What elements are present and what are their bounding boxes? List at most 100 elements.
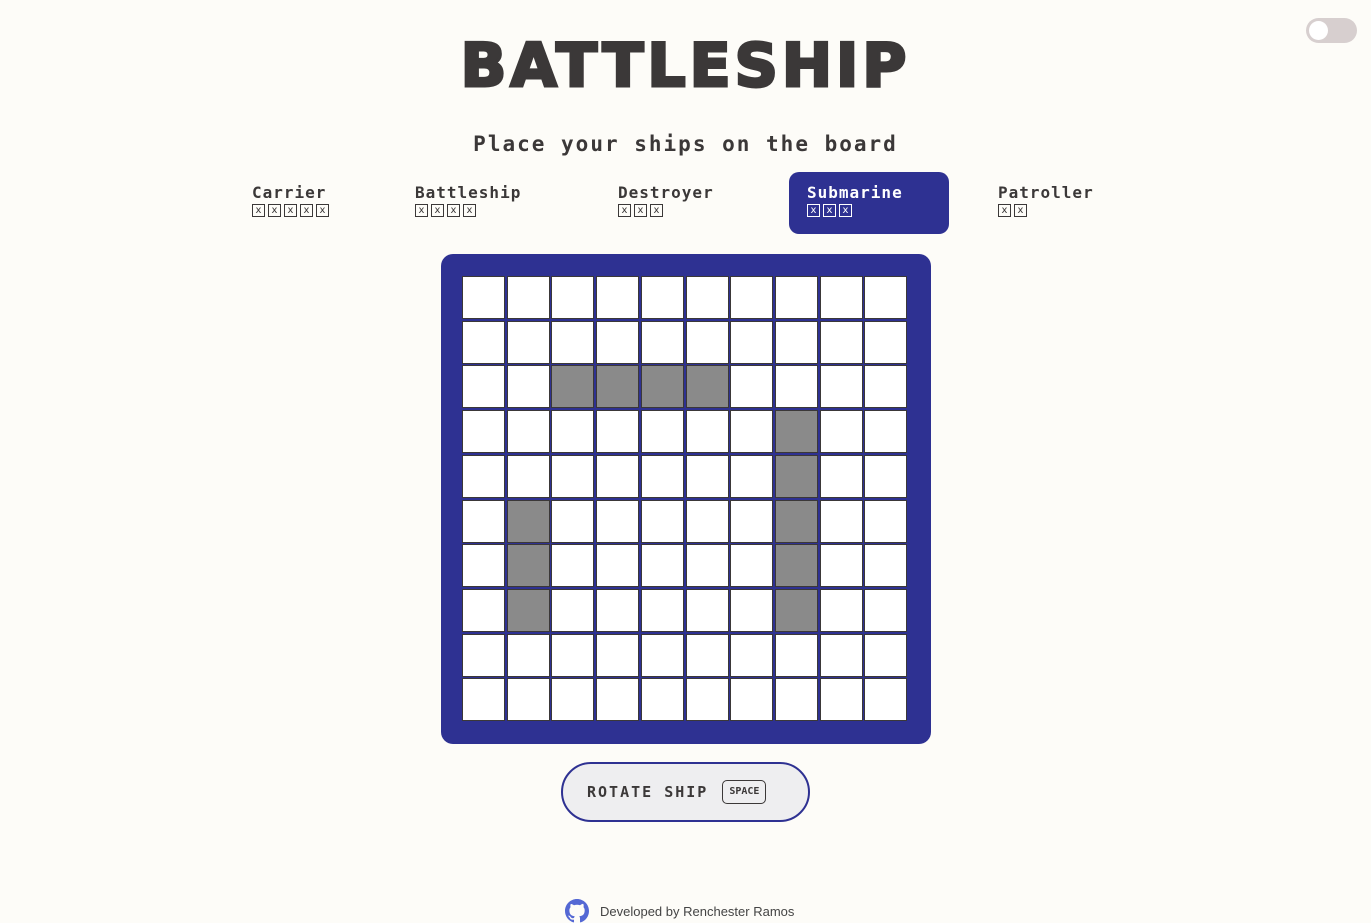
board-cell-occupied[interactable] (775, 500, 818, 543)
board-cell[interactable] (551, 544, 594, 587)
board-cell[interactable] (730, 410, 773, 453)
board-cell[interactable] (596, 455, 639, 498)
board-cell[interactable] (551, 455, 594, 498)
board-cell[interactable] (641, 410, 684, 453)
board-cell[interactable] (820, 410, 863, 453)
board-cell[interactable] (864, 276, 907, 319)
board-cell[interactable] (507, 365, 550, 408)
board-cell[interactable] (462, 589, 505, 632)
board-cell[interactable] (462, 678, 505, 721)
board-cell[interactable] (686, 276, 729, 319)
board-cell[interactable] (507, 678, 550, 721)
board-cell[interactable] (820, 321, 863, 364)
board-cell[interactable] (551, 589, 594, 632)
board-cell-occupied[interactable] (507, 500, 550, 543)
board-cell[interactable] (864, 455, 907, 498)
ship-option-destroyer[interactable]: Destroyer xxx (600, 172, 750, 234)
board-cell[interactable] (551, 276, 594, 319)
board-cell[interactable] (551, 634, 594, 677)
board-cell[interactable] (820, 455, 863, 498)
ship-option-battleship[interactable]: Battleship xxxx (397, 172, 557, 234)
board-cell[interactable] (596, 544, 639, 587)
board-cell[interactable] (730, 365, 773, 408)
board-cell-occupied[interactable] (775, 455, 818, 498)
board-cell[interactable] (775, 678, 818, 721)
board-cell[interactable] (686, 410, 729, 453)
board-cell-occupied[interactable] (596, 365, 639, 408)
board-cell[interactable] (596, 634, 639, 677)
board-cell[interactable] (820, 500, 863, 543)
ship-option-submarine[interactable]: Submarine xxx (789, 172, 949, 234)
board-cell[interactable] (864, 634, 907, 677)
board-cell[interactable] (641, 634, 684, 677)
board-cell[interactable] (507, 410, 550, 453)
board-cell[interactable] (641, 500, 684, 543)
board-cell[interactable] (864, 500, 907, 543)
board-cell[interactable] (507, 634, 550, 677)
board-cell[interactable] (730, 500, 773, 543)
board-cell[interactable] (507, 455, 550, 498)
board-cell[interactable] (730, 276, 773, 319)
board-cell[interactable] (462, 410, 505, 453)
board-cell[interactable] (730, 678, 773, 721)
board-cell-occupied[interactable] (507, 544, 550, 587)
board-cell[interactable] (864, 544, 907, 587)
board-cell[interactable] (596, 410, 639, 453)
board-cell[interactable] (462, 500, 505, 543)
board-cell[interactable] (462, 634, 505, 677)
board-cell[interactable] (864, 321, 907, 364)
board-cell[interactable] (596, 321, 639, 364)
board-cell[interactable] (551, 678, 594, 721)
board-cell[interactable] (551, 410, 594, 453)
board-cell[interactable] (820, 678, 863, 721)
board-cell[interactable] (686, 589, 729, 632)
board-cell[interactable] (864, 589, 907, 632)
rotate-ship-button[interactable]: ROTATE SHIP SPACE (561, 762, 810, 822)
board-cell[interactable] (820, 544, 863, 587)
board-cell[interactable] (462, 365, 505, 408)
board-cell-occupied[interactable] (507, 589, 550, 632)
board-cell[interactable] (596, 500, 639, 543)
board-cell-occupied[interactable] (775, 410, 818, 453)
board-cell-occupied[interactable] (551, 365, 594, 408)
board-cell[interactable] (820, 589, 863, 632)
board-cell[interactable] (864, 410, 907, 453)
board-cell[interactable] (462, 321, 505, 364)
board-cell[interactable] (641, 455, 684, 498)
board-cell[interactable] (820, 634, 863, 677)
board-cell[interactable] (551, 321, 594, 364)
board-cell[interactable] (686, 455, 729, 498)
board-cell[interactable] (686, 544, 729, 587)
board-cell[interactable] (775, 634, 818, 677)
board-cell[interactable] (507, 276, 550, 319)
board-cell[interactable] (596, 589, 639, 632)
board-cell[interactable] (730, 321, 773, 364)
board-cell[interactable] (686, 678, 729, 721)
board-cell[interactable] (730, 544, 773, 587)
github-icon[interactable] (565, 899, 589, 923)
board-cell[interactable] (730, 634, 773, 677)
board-cell[interactable] (864, 678, 907, 721)
board-cell[interactable] (641, 678, 684, 721)
board-cell[interactable] (686, 500, 729, 543)
board-cell[interactable] (641, 276, 684, 319)
board-cell[interactable] (462, 455, 505, 498)
board-cell[interactable] (775, 321, 818, 364)
board-cell-occupied[interactable] (775, 589, 818, 632)
board-cell[interactable] (864, 365, 907, 408)
board-cell[interactable] (641, 589, 684, 632)
board-cell[interactable] (730, 455, 773, 498)
board-cell[interactable] (820, 276, 863, 319)
board-cell[interactable] (596, 678, 639, 721)
board-cell[interactable] (775, 276, 818, 319)
board-cell[interactable] (641, 321, 684, 364)
board-cell[interactable] (462, 276, 505, 319)
board-cell-occupied[interactable] (686, 365, 729, 408)
board-cell[interactable] (507, 321, 550, 364)
board-cell-occupied[interactable] (775, 544, 818, 587)
board-cell[interactable] (462, 544, 505, 587)
board-cell[interactable] (551, 500, 594, 543)
ship-option-carrier[interactable]: Carrier xxxxx (234, 172, 354, 234)
board-cell[interactable] (686, 634, 729, 677)
board-cell[interactable] (641, 544, 684, 587)
